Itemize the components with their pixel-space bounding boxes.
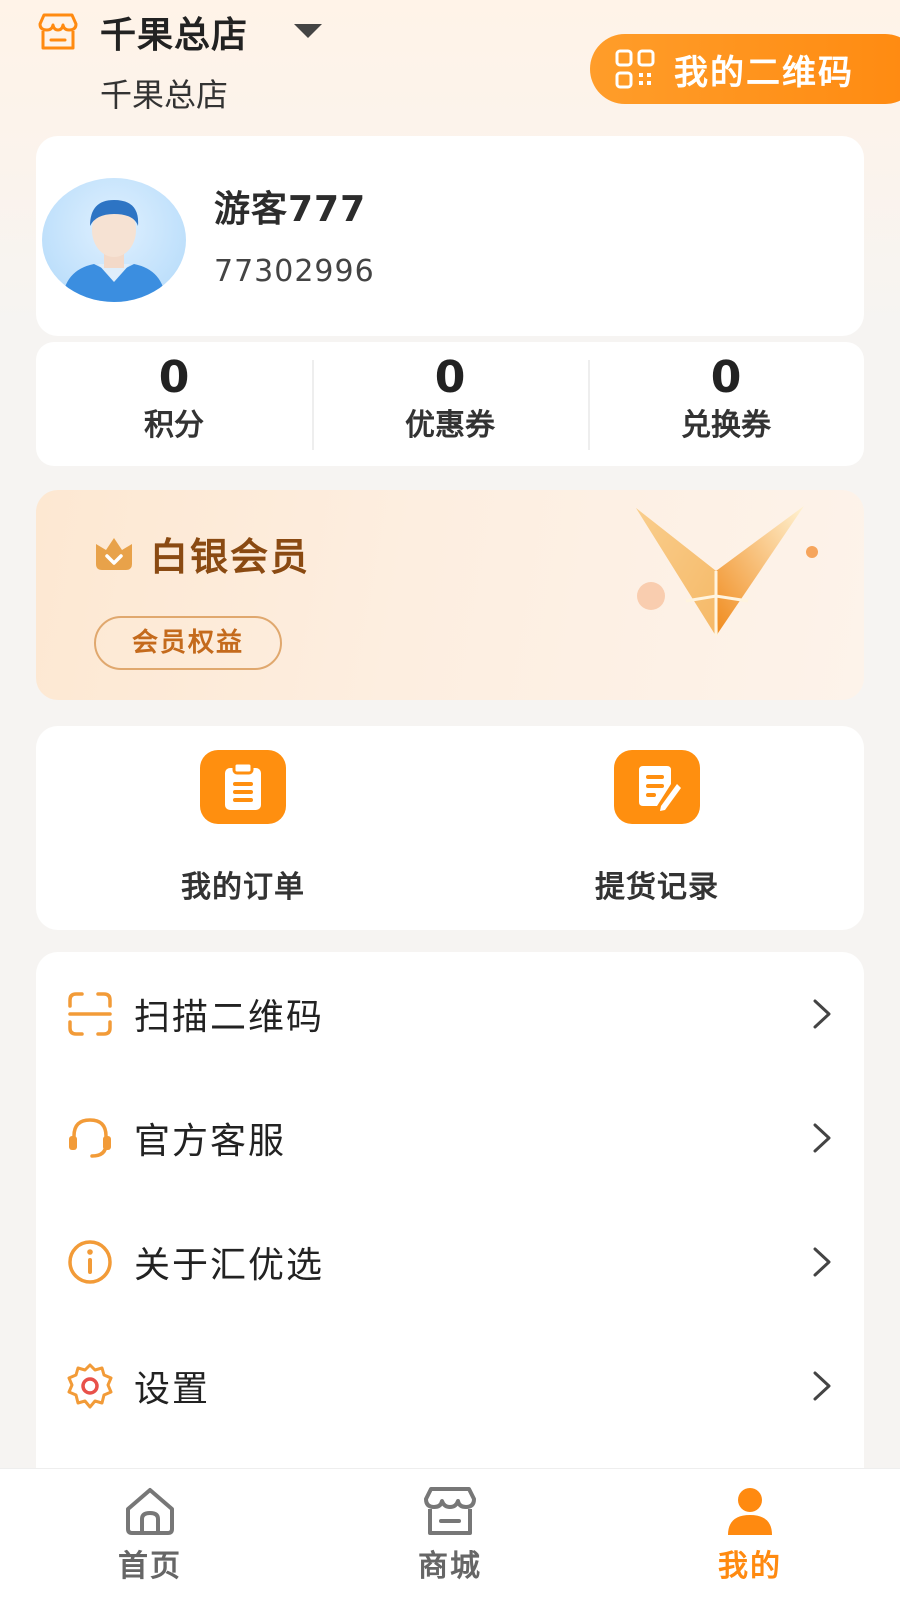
avatar-person-icon xyxy=(62,200,166,302)
silver-v-emblem-icon xyxy=(636,506,818,636)
menu-item-label: 关于汇优选 xyxy=(134,1245,325,1286)
stat-label: 优惠券 xyxy=(405,408,495,443)
bottom-nav: 首页 商城 我的 xyxy=(0,1468,900,1600)
user-id: 77302996 xyxy=(214,254,375,289)
caret-down-icon[interactable] xyxy=(294,24,322,38)
menu-item-label: 扫描二维码 xyxy=(134,997,325,1038)
user-icon xyxy=(728,1488,772,1535)
menu-item-label: 官方客服 xyxy=(134,1121,287,1162)
menu-list: 扫描二维码 官方客服 关于汇优选 设置 xyxy=(36,952,864,1472)
edit-note-icon xyxy=(614,750,700,824)
my-qr-code-label: 我的二维码 xyxy=(674,52,854,93)
nav-mine[interactable]: 我的 xyxy=(600,1469,900,1600)
scan-icon xyxy=(68,992,112,1036)
stat-label: 积分 xyxy=(144,408,204,443)
stat-coupons[interactable]: 0 优惠券 xyxy=(312,342,588,466)
nav-shop[interactable]: 商城 xyxy=(300,1469,600,1600)
nav-mine-label: 我的 xyxy=(718,1549,782,1584)
chevron-right-icon xyxy=(813,1123,831,1153)
profile-page: 千果总店 千果总店 我的二维码 游客777 77302996 0 积分 0 优惠… xyxy=(0,0,900,1600)
pickup-records-button[interactable]: 提货记录 xyxy=(450,726,864,930)
stat-vouchers[interactable]: 0 兑换券 xyxy=(588,342,864,466)
gear-icon xyxy=(67,1363,113,1409)
stats-card: 0 积分 0 优惠券 0 兑换券 xyxy=(36,342,864,466)
stat-label: 兑换券 xyxy=(681,408,771,443)
member-card[interactable]: 白银会员 会员权益 xyxy=(36,490,864,700)
menu-item-scan-qr[interactable]: 扫描二维码 xyxy=(36,952,864,1076)
user-name: 游客777 xyxy=(214,189,367,230)
shop-icon xyxy=(424,1487,476,1535)
avatar[interactable] xyxy=(42,178,186,302)
pickup-records-label: 提货记录 xyxy=(595,870,719,905)
headset-icon xyxy=(69,1118,111,1158)
store-subtitle: 千果总店 xyxy=(100,76,229,114)
nav-home[interactable]: 首页 xyxy=(0,1469,300,1600)
crown-badge-icon xyxy=(96,538,132,570)
menu-item-customer-service[interactable]: 官方客服 xyxy=(36,1076,864,1200)
stat-value: 0 xyxy=(158,352,190,403)
chevron-right-icon xyxy=(813,1371,831,1401)
my-qr-code-button[interactable]: 我的二维码 xyxy=(590,34,900,104)
quick-actions-card: 我的订单 提货记录 xyxy=(36,726,864,930)
stat-value: 0 xyxy=(710,352,742,403)
menu-item-settings[interactable]: 设置 xyxy=(36,1324,864,1448)
qr-code-icon xyxy=(615,49,655,89)
info-icon xyxy=(68,1240,112,1284)
store-name[interactable]: 千果总店 xyxy=(100,6,248,58)
member-level-title: 白银会员 xyxy=(150,535,311,579)
my-orders-label: 我的订单 xyxy=(181,870,305,905)
stat-points[interactable]: 0 积分 xyxy=(36,342,312,466)
clipboard-icon xyxy=(200,750,286,824)
profile-card[interactable]: 游客777 77302996 xyxy=(36,136,864,336)
member-benefits-button[interactable]: 会员权益 xyxy=(94,616,282,670)
menu-item-about[interactable]: 关于汇优选 xyxy=(36,1200,864,1324)
my-orders-button[interactable]: 我的订单 xyxy=(36,726,450,930)
nav-home-label: 首页 xyxy=(118,1549,182,1584)
menu-item-label: 设置 xyxy=(134,1369,211,1410)
stat-value: 0 xyxy=(434,352,466,403)
header: 千果总店 千果总店 我的二维码 xyxy=(0,0,900,130)
nav-shop-label: 商城 xyxy=(418,1549,482,1584)
home-icon xyxy=(126,1488,174,1535)
chevron-right-icon xyxy=(813,999,831,1029)
chevron-right-icon xyxy=(813,1247,831,1277)
store-icon[interactable] xyxy=(36,12,80,52)
